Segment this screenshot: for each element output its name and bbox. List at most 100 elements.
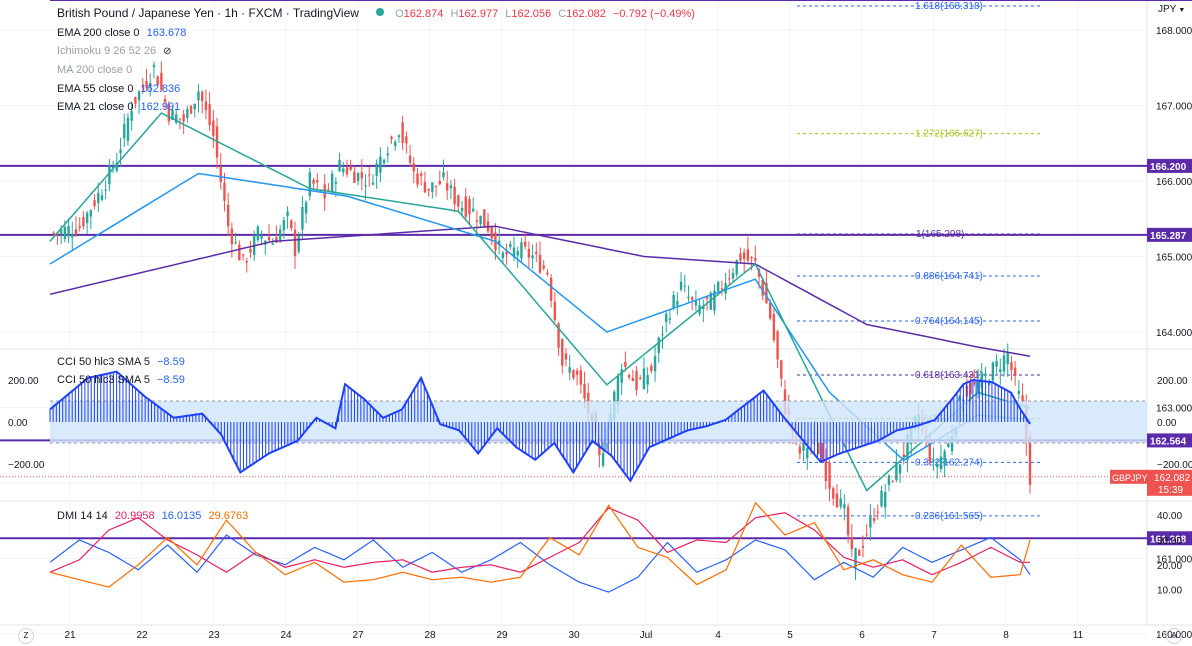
chevron-down-icon: ▼	[1178, 7, 1186, 14]
cci-panel[interactable]: 200.00 200.00 0.00 0.00 −200.00 −200.00	[8, 370, 1192, 483]
candle-body	[746, 249, 750, 261]
candle-body	[464, 196, 467, 217]
candle-body	[832, 488, 835, 499]
countdown-text: 15:39	[1158, 485, 1183, 496]
candle-body	[549, 277, 553, 301]
candle-body	[531, 255, 534, 259]
legend-ema21[interactable]: EMA 21 close 0 162.991	[57, 101, 184, 114]
candle-body	[583, 383, 586, 399]
candle-body	[490, 226, 493, 239]
candle-body	[394, 141, 397, 147]
candle-body	[679, 281, 683, 290]
dmi-axis-label: 10.00	[1157, 586, 1182, 597]
hidden-eye-icon[interactable]: ⊘	[163, 46, 171, 57]
candle-body	[642, 368, 646, 389]
candle-body	[453, 186, 456, 205]
candle-body	[345, 167, 349, 175]
candle-body	[249, 248, 252, 253]
candle-body	[861, 545, 865, 548]
level-tag-text: 166.200	[1150, 162, 1187, 173]
candle-body	[93, 200, 96, 207]
symbol-header[interactable]: British Pound / Japanese Yen · 1h · FXCM…	[57, 7, 699, 21]
time-tick-label: 6	[859, 630, 865, 641]
candle-body	[304, 202, 308, 214]
candle-body	[509, 243, 512, 248]
dmi-axis-label: 30.00	[1157, 536, 1182, 547]
fib-label: 0.236(161.565)	[915, 511, 983, 522]
chart-canvas[interactable]: 1.618(168.318)1.272(166.627)1(165.298)0.…	[0, 0, 1192, 646]
candle-body	[575, 370, 579, 375]
candle-body	[208, 104, 211, 126]
cci-value: −8.59	[157, 356, 185, 368]
candle-body	[973, 382, 976, 384]
price-tick-label: 161.000	[1156, 555, 1192, 566]
candle-body	[119, 149, 122, 154]
price-tick-label: 167.000	[1156, 102, 1192, 113]
candle-body	[865, 534, 868, 536]
cci-left-label: 0.00	[8, 418, 28, 429]
candle-body	[360, 172, 364, 179]
symbol-title[interactable]: British Pound / Japanese Yen · 1h · FXCM…	[57, 6, 359, 20]
candle-body	[71, 234, 74, 238]
candle-body	[553, 301, 557, 320]
candle-body	[438, 180, 441, 185]
candle-body	[182, 114, 185, 122]
legend-value: 163.678	[146, 27, 187, 39]
cci-legend-1[interactable]: CCI 50 hlc3 SMA 5 −8.59	[57, 356, 189, 369]
dmi-axis-label: 40.00	[1157, 511, 1182, 522]
plus_di-line	[49, 534, 1031, 593]
candle-body	[798, 446, 802, 454]
legend-ema55[interactable]: EMA 55 close 0 162.836	[57, 83, 184, 96]
cci-legend-2[interactable]: CCI 50 hlc3 SMA 5 −8.59	[57, 374, 189, 387]
candle-body	[742, 252, 746, 259]
candle-body	[408, 155, 412, 163]
timezone-button[interactable]: Z	[18, 628, 34, 644]
time-tick-label: Jul	[640, 630, 653, 641]
candle-body	[546, 272, 549, 275]
candle-body	[579, 370, 583, 385]
candle-body	[768, 302, 772, 319]
candle-body	[884, 492, 887, 508]
legend-ichimoku[interactable]: Ichimoku 9 26 52 26 ⊘	[57, 45, 176, 58]
fib-label: 0.764(164.145)	[915, 316, 983, 327]
candle-body	[338, 159, 341, 172]
candle-body	[650, 365, 653, 372]
time-tick-label: 23	[208, 630, 220, 641]
candle-body	[297, 236, 300, 252]
horizontal-levels[interactable]: 166.200165.287162.564161.268	[0, 0, 1192, 546]
candle-body	[561, 339, 564, 366]
candle-body	[401, 122, 404, 144]
fib-label: 0.886(164.741)	[915, 271, 983, 282]
legend-label: MA 200 close 0	[57, 64, 133, 76]
candle-body	[152, 64, 156, 68]
time-tick-label: 28	[424, 630, 436, 641]
candle-body	[869, 516, 872, 528]
legend-ema200[interactable]: EMA 200 close 0 163.678	[57, 27, 190, 40]
candle-body	[178, 118, 182, 120]
candle-body	[241, 254, 245, 256]
candle-body	[405, 136, 408, 144]
candle-body	[52, 232, 55, 234]
candle-body	[234, 242, 237, 244]
candle-body	[212, 120, 215, 136]
time-tick-label: 21	[64, 630, 76, 641]
candle-body	[278, 229, 282, 240]
candle-body	[991, 362, 995, 381]
cci-right-label: −200.00	[1157, 460, 1192, 471]
candle-body	[939, 456, 943, 470]
candle-body	[687, 296, 690, 299]
candle-body	[342, 168, 345, 173]
time-tick-label: 29	[496, 630, 508, 641]
candle-body	[846, 506, 850, 536]
candle-body	[434, 185, 438, 187]
auto-scale-button[interactable]: A	[1166, 628, 1182, 644]
candle-body	[126, 117, 130, 141]
candle-body	[316, 180, 319, 183]
currency-label[interactable]: JPY ▼	[1158, 4, 1185, 15]
candle-body	[468, 198, 471, 215]
dmi-legend[interactable]: DMI 14 14 20.9958 16.0135 29.6763	[57, 510, 252, 523]
legend-ma200[interactable]: MA 200 close 0	[57, 64, 136, 77]
axes: 168.000 167.000 166.000 165.000 164.000 163.0…	[64, 26, 1192, 641]
candle-body	[657, 337, 660, 353]
candle-body	[293, 229, 297, 256]
